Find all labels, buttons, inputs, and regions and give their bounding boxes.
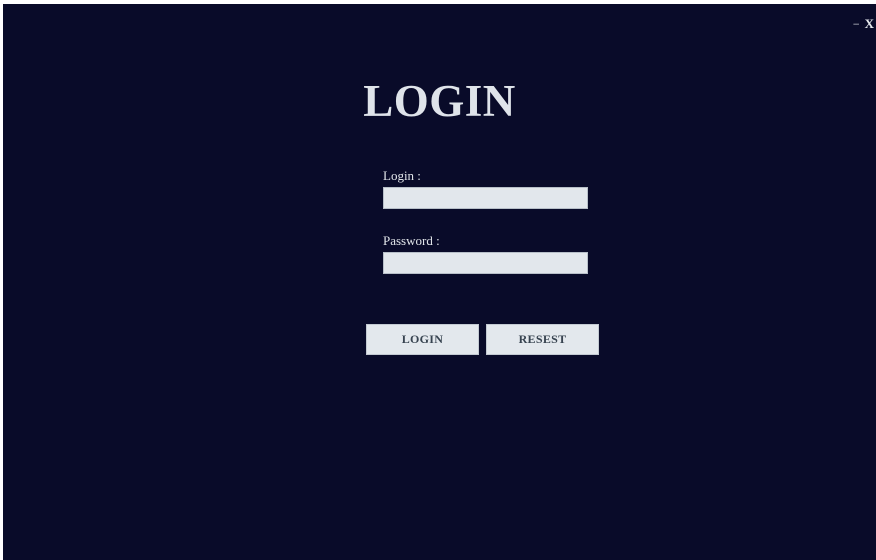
reset-button[interactable]: RESEST — [486, 324, 599, 355]
login-label: Login : — [383, 168, 421, 183]
close-button[interactable]: X — [865, 16, 874, 32]
login-button[interactable]: LOGIN — [366, 324, 479, 355]
password-label: Password : — [383, 233, 440, 248]
minimize-button[interactable]: − — [853, 17, 860, 32]
window-controls: − X — [853, 16, 874, 32]
login-input[interactable] — [383, 187, 588, 209]
page-title: LOGIN — [363, 76, 516, 126]
password-input[interactable] — [383, 252, 588, 274]
login-window: − X LOGIN Login : Password : LOGIN RESES… — [3, 4, 876, 560]
